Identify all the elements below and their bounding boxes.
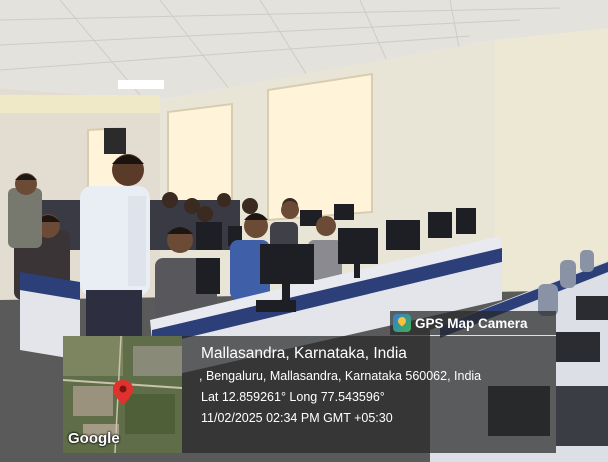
- app-name: GPS Map Camera: [415, 315, 528, 331]
- speaker: [104, 128, 126, 154]
- window: [167, 102, 233, 207]
- timestamp: 11/02/2025 02:34 PM GMT +05:30: [201, 411, 393, 425]
- photo-frame: GPS Map Camera Google Mallasandra, Karna: [0, 0, 608, 462]
- gps-map-camera-badge: GPS Map Camera: [390, 311, 556, 335]
- map-thumbnail: Google: [63, 336, 182, 453]
- location-title: Mallasandra, Karnataka, India: [201, 345, 407, 362]
- window: [267, 72, 373, 222]
- gps-map-camera-icon: [393, 314, 411, 332]
- location-info: Mallasandra, Karnataka, India , Bengalur…: [182, 336, 556, 453]
- google-attribution: Google: [68, 430, 120, 447]
- ceiling-light: [118, 80, 164, 89]
- location-stamp: Google Mallasandra, Karnataka, India , B…: [63, 336, 556, 453]
- wall-beam: [0, 95, 160, 113]
- coordinates: Lat 12.859261° Long 77.543596°: [201, 390, 385, 404]
- address-line: , Bengaluru, Mallasandra, Karnataka 5600…: [199, 369, 482, 383]
